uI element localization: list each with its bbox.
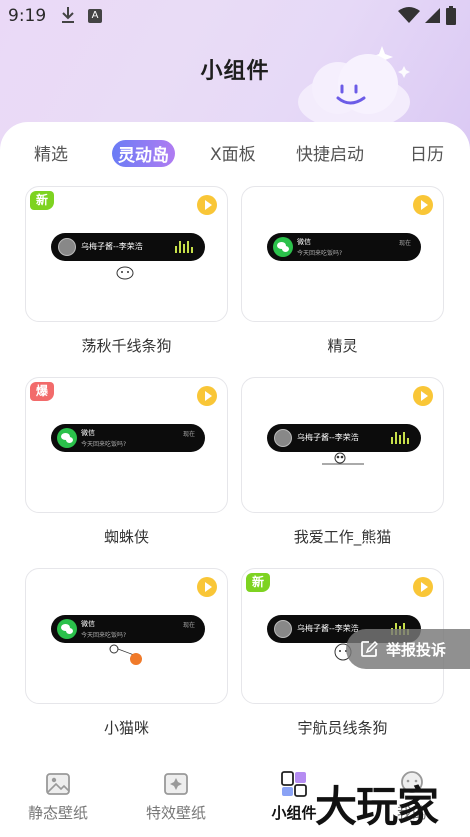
equalizer-icon	[175, 241, 193, 253]
message-title: 微信	[297, 238, 311, 246]
cloud-mascot-icon	[298, 46, 410, 130]
category-tabs: 精选 灵动岛 X面板 快捷启动 日历	[0, 138, 470, 170]
card-label: 宇航员线条狗	[297, 719, 388, 737]
message-time: 现在	[398, 240, 411, 247]
tab-quick-launch[interactable]: 快捷启动	[296, 140, 364, 165]
dynamic-island-preview: 乌梅子酱--李荣浩	[51, 233, 205, 261]
song-title: 乌梅子酱--李荣浩	[297, 624, 359, 633]
message-time: 现在	[182, 431, 195, 438]
song-title: 乌梅子酱--李荣浩	[297, 433, 359, 442]
line-dog-icon	[116, 266, 134, 280]
dynamic-island-preview: 微信 今天回来吃饭吗? 现在	[267, 233, 421, 261]
panda-desk-icon	[322, 452, 364, 465]
status-bar: 9:19 A	[0, 0, 470, 32]
album-cover-icon	[274, 620, 292, 638]
equalizer-icon	[391, 432, 409, 444]
play-icon[interactable]	[413, 386, 433, 406]
play-icon[interactable]	[197, 386, 217, 406]
tab-dynamic-island[interactable]: 灵动岛	[112, 140, 175, 167]
album-cover-icon	[58, 238, 76, 256]
battery-icon	[446, 6, 456, 25]
card-label: 我爱工作_熊猫	[293, 528, 392, 546]
message-title: 微信	[81, 620, 95, 628]
status-time: 9:19	[8, 6, 47, 26]
a-notification-icon: A	[88, 9, 102, 23]
play-icon[interactable]	[413, 195, 433, 215]
card-label: 蜘蛛侠	[103, 528, 149, 546]
new-badge: 新	[30, 191, 54, 210]
message-title: 微信	[81, 429, 95, 437]
wechat-icon	[57, 428, 77, 448]
album-cover-icon	[274, 429, 292, 447]
card-label: 荡秋千线条狗	[81, 337, 172, 355]
nav-effect-wallpaper[interactable]: 特效壁纸	[126, 762, 226, 837]
tab-calendar[interactable]: 日历	[410, 140, 444, 165]
report-label: 举报投诉	[386, 641, 447, 659]
widget-card-spiderman[interactable]: 爆 微信 今天回来吃饭吗? 现在	[25, 377, 228, 513]
message-time: 现在	[182, 622, 195, 629]
hot-badge: 爆	[30, 382, 54, 401]
widget-card-panda[interactable]: 乌梅子酱--李荣浩	[241, 377, 444, 513]
dynamic-island-preview: 微信 今天回来吃饭吗? 现在	[51, 424, 205, 452]
nav-label: 特效壁纸	[145, 804, 206, 822]
signal-icon	[425, 8, 440, 23]
sparkle-image-icon	[164, 773, 188, 795]
widget-card-elf[interactable]: 微信 今天回来吃饭吗? 现在	[241, 186, 444, 322]
report-button[interactable]: 举报投诉	[346, 629, 470, 669]
card-label: 精灵	[327, 337, 358, 355]
nav-label: 静态壁纸	[27, 804, 88, 822]
dynamic-island-preview: 乌梅子酱--李荣浩	[267, 424, 421, 452]
play-icon[interactable]	[197, 577, 217, 597]
tab-featured[interactable]: 精选	[34, 140, 68, 165]
edit-report-icon	[361, 640, 378, 657]
wifi-icon	[398, 7, 420, 23]
wechat-icon	[57, 619, 77, 639]
site-watermark: 大玩家	[315, 782, 439, 831]
card-label: 小猫咪	[103, 719, 149, 737]
message-preview: 今天回来吃饭吗?	[297, 250, 343, 257]
message-preview: 今天回来吃饭吗?	[81, 632, 127, 639]
dynamic-island-preview: 微信 今天回来吃饭吗? 现在	[51, 615, 205, 643]
widget-icon	[281, 771, 307, 797]
widget-card-kitten[interactable]: 微信 今天回来吃饭吗? 现在	[25, 568, 228, 704]
play-icon[interactable]	[413, 577, 433, 597]
wechat-icon	[273, 237, 293, 257]
song-title: 乌梅子酱--李荣浩	[81, 242, 143, 251]
new-badge: 新	[246, 573, 270, 592]
download-icon	[62, 7, 74, 23]
image-icon	[46, 773, 70, 795]
nav-static-wallpaper[interactable]: 静态壁纸	[8, 762, 108, 837]
message-preview: 今天回来吃饭吗?	[81, 441, 127, 448]
widget-card-swing-dog[interactable]: 新 乌梅子酱--李荣浩	[25, 186, 228, 322]
kitten-ball-icon	[109, 644, 142, 665]
tab-x-panel[interactable]: X面板	[210, 140, 256, 165]
play-icon[interactable]	[197, 195, 217, 215]
